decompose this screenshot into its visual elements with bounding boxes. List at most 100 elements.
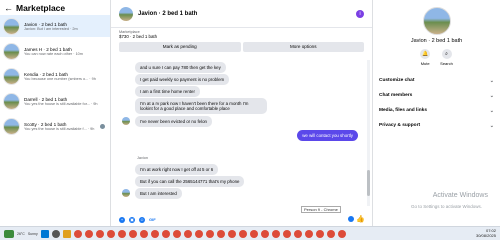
chrome-icon[interactable] <box>128 229 137 238</box>
add-icon[interactable]: + <box>119 216 125 223</box>
menu-chat-members[interactable]: Chat members ⌄ <box>373 88 500 103</box>
menu-media-files-links[interactable]: Media, files and links ⌄ <box>373 103 500 118</box>
conversation-sidebar: ← Marketplace Javion · 2 bed 1 bath Javi… <box>0 0 111 226</box>
scrollbar-thumb[interactable] <box>367 170 370 196</box>
incoming-message: I get paid weekly so payment is no probl… <box>135 74 230 85</box>
conversation-snippet: Javion: But I am interested · 2m <box>24 26 78 31</box>
menu-label: Customize chat <box>379 78 415 83</box>
menu-label: Privacy & support <box>379 123 421 128</box>
conversation-snippet: You because one number (smbers o... · 9h <box>24 76 96 81</box>
chrome-icon[interactable] <box>95 229 104 238</box>
menu-label: Media, files and links <box>379 108 427 113</box>
sender-avatar <box>122 117 130 125</box>
menu-customize-chat[interactable]: Customize chat ⌄ <box>373 73 500 88</box>
chrome-icon[interactable] <box>205 229 214 238</box>
chrome-icon[interactable] <box>282 229 291 238</box>
bell-icon: 🔔 <box>420 49 431 59</box>
activate-windows-subtitle: Go to Settings to activate Windows. <box>410 204 482 209</box>
avatar <box>3 117 20 135</box>
listing-actions: Mark as pending More options <box>111 41 372 53</box>
chrome-icon[interactable] <box>150 229 159 238</box>
conversation-item-javion[interactable]: Javion · 2 bed 1 bath Javion: But I am i… <box>0 15 110 37</box>
chrome-icon[interactable] <box>227 229 236 238</box>
conversation-item-scotty[interactable]: Scotty · 2 bed 1 bath You yes the house … <box>0 115 110 137</box>
info-icon[interactable]: i <box>356 10 364 18</box>
chrome-icon[interactable] <box>249 229 258 238</box>
outgoing-message: we will contact you shortly <box>297 130 358 141</box>
chrome-icon[interactable] <box>315 229 324 238</box>
chat-title[interactable]: Javion · 2 bed 1 bath <box>138 11 197 17</box>
chrome-icon[interactable] <box>238 229 247 238</box>
mute-label: Mute <box>420 61 430 66</box>
avatar <box>3 17 20 35</box>
chat-avatar[interactable] <box>119 6 133 21</box>
chrome-icon[interactable] <box>139 229 148 238</box>
conversation-item-darrell[interactable]: Darrell · 2 bed 1 bath You yes the house… <box>0 90 110 112</box>
sidebar-header: ← Marketplace <box>0 0 110 15</box>
search-icon[interactable] <box>51 229 60 238</box>
sticker-icon[interactable]: ☺ <box>139 216 145 223</box>
menu-label: Chat members <box>379 93 413 98</box>
avatar <box>3 42 20 60</box>
back-arrow-icon[interactable]: ← <box>4 3 14 13</box>
listing-summary[interactable]: Marketplace $730 · 2 bed 1 bath <box>111 28 372 41</box>
incoming-message: I am a first time home renter <box>135 86 200 97</box>
chevron-down-icon: ⌄ <box>489 107 494 114</box>
gif-button[interactable]: GIF <box>149 217 156 222</box>
emoji-icon[interactable] <box>348 216 354 222</box>
contact-actions: 🔔 Mute ⌕ Search <box>373 49 500 66</box>
chrome-icon[interactable] <box>293 229 302 238</box>
contact-avatar[interactable] <box>422 7 451 35</box>
like-icon[interactable]: 👍 <box>356 215 365 223</box>
contact-name: Javion · 2 bed 1 bath <box>410 38 463 44</box>
chrome-icon[interactable] <box>172 229 181 238</box>
start-icon[interactable] <box>40 229 49 238</box>
activate-windows-title: Activate Windows <box>432 192 488 199</box>
chrome-icon[interactable] <box>326 229 335 238</box>
chat-header: Javion · 2 bed 1 bath i <box>111 0 372 28</box>
chrome-icon[interactable] <box>106 229 115 238</box>
chrome-icon[interactable] <box>271 229 280 238</box>
message-list: and u sure I can pay 780 then get the ke… <box>111 58 365 206</box>
sender-avatar <box>122 189 130 197</box>
chrome-icon[interactable] <box>84 229 93 238</box>
search-button[interactable]: ⌕ Search <box>440 49 453 66</box>
read-receipt-avatar <box>100 124 105 129</box>
search-icon: ⌕ <box>441 49 452 59</box>
chrome-icon[interactable] <box>117 229 126 238</box>
details-menu: Customize chat ⌄ Chat members ⌄ Media, f… <box>373 73 500 133</box>
chrome-icon[interactable] <box>337 229 346 238</box>
chrome-icon[interactable] <box>73 229 82 238</box>
weather-desc: Sunny <box>27 231 38 236</box>
composer: + ▣ ☺ GIF <box>111 213 372 226</box>
mark-as-pending-button[interactable]: Mark as pending <box>119 42 241 52</box>
system-clock[interactable]: 07:02 30/08/2025 <box>475 228 496 238</box>
chevron-down-icon: ⌄ <box>489 122 494 129</box>
menu-privacy-support[interactable]: Privacy & support ⌄ <box>373 118 500 133</box>
taskbar: 26°C Sunny 07:02 30/08/2025 <box>0 226 500 240</box>
chevron-down-icon: ⌄ <box>489 77 494 84</box>
incoming-message: I've never been evicted or no felon <box>135 116 212 127</box>
chrome-icon[interactable] <box>194 229 203 238</box>
weather-icon[interactable] <box>4 229 14 238</box>
image-icon[interactable]: ▣ <box>129 216 135 223</box>
incoming-message: and u sure I can pay 780 then get the ke… <box>135 62 226 73</box>
conversation-snippet: You can now rate each other · 10m <box>24 51 83 56</box>
chrome-icon[interactable] <box>216 229 225 238</box>
mute-button[interactable]: 🔔 Mute <box>420 49 431 66</box>
chat-panel: Javion · 2 bed 1 bath i Marketplace $730… <box>111 0 373 226</box>
file-explorer-icon[interactable] <box>62 229 71 238</box>
listing-title: $730 · 2 bed 1 bath <box>119 34 158 39</box>
chrome-icon[interactable] <box>161 229 170 238</box>
chrome-icon[interactable] <box>183 229 192 238</box>
chrome-icon[interactable] <box>304 229 313 238</box>
more-options-button[interactable]: More options <box>242 42 364 52</box>
clock-date: 30/08/2025 <box>475 232 496 238</box>
tooltip: Person 9 - Chrome <box>301 206 341 213</box>
conversation-snippet: You yes the house is still available f..… <box>24 126 95 131</box>
conversation-snippet: You yes the house is still available for… <box>24 101 98 106</box>
chrome-icon[interactable] <box>260 229 269 238</box>
conversation-item-james[interactable]: James H · 2 bed 1 bath You can now rate … <box>0 40 110 62</box>
conversation-item-kendia[interactable]: Kendia · 2 bed 1 bath You because one nu… <box>0 65 110 87</box>
weather-temp: 26°C <box>17 231 25 236</box>
